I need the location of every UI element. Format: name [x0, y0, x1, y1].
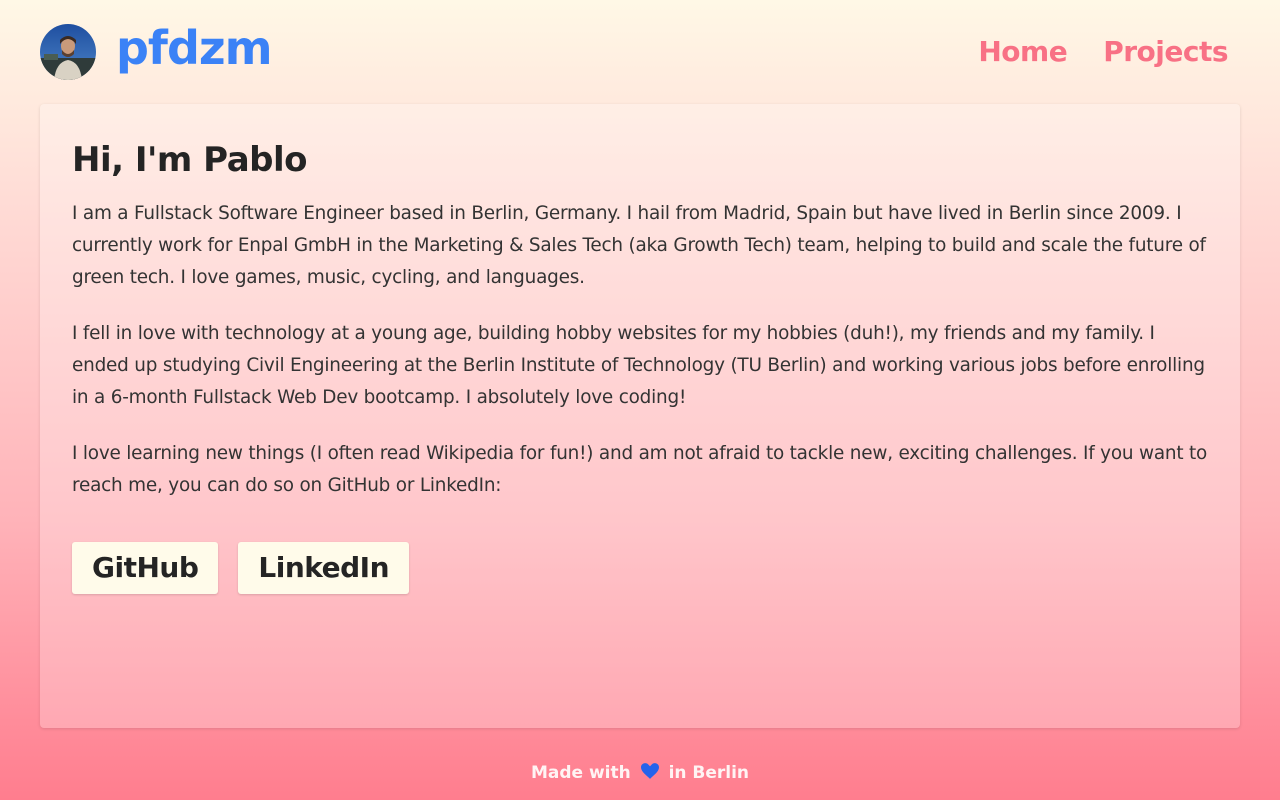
avatar-photo [40, 24, 96, 80]
intro-paragraph: I am a Fullstack Software Engineer based… [72, 203, 1206, 288]
background-paragraph: I fell in love with technology at a youn… [72, 323, 1205, 408]
footer-suffix: in Berlin [668, 763, 750, 783]
page-title: Hi, I'm Pablo [72, 140, 308, 180]
social-links: GitHub LinkedIn [72, 542, 1208, 594]
site-footer: Made with in Berlin [0, 758, 1280, 789]
avatar[interactable] [40, 24, 96, 80]
linkedin-button[interactable]: LinkedIn [238, 542, 410, 594]
nav-projects-link[interactable]: Projects [1103, 30, 1228, 74]
main-nav: Home Projects [978, 30, 1228, 74]
footer-prefix: Made with [530, 763, 631, 783]
contact-paragraph: I love learning new things (I often read… [72, 443, 1208, 496]
site-header: pfdzm Home Projects [0, 0, 1280, 104]
about-card: Hi, I'm Pablo I am a Fullstack Software … [40, 104, 1240, 728]
github-button[interactable]: GitHub [72, 542, 219, 594]
heart-icon [640, 759, 659, 789]
site-logo-link[interactable]: pfdzm [116, 18, 273, 78]
nav-home-link[interactable]: Home [978, 30, 1067, 74]
